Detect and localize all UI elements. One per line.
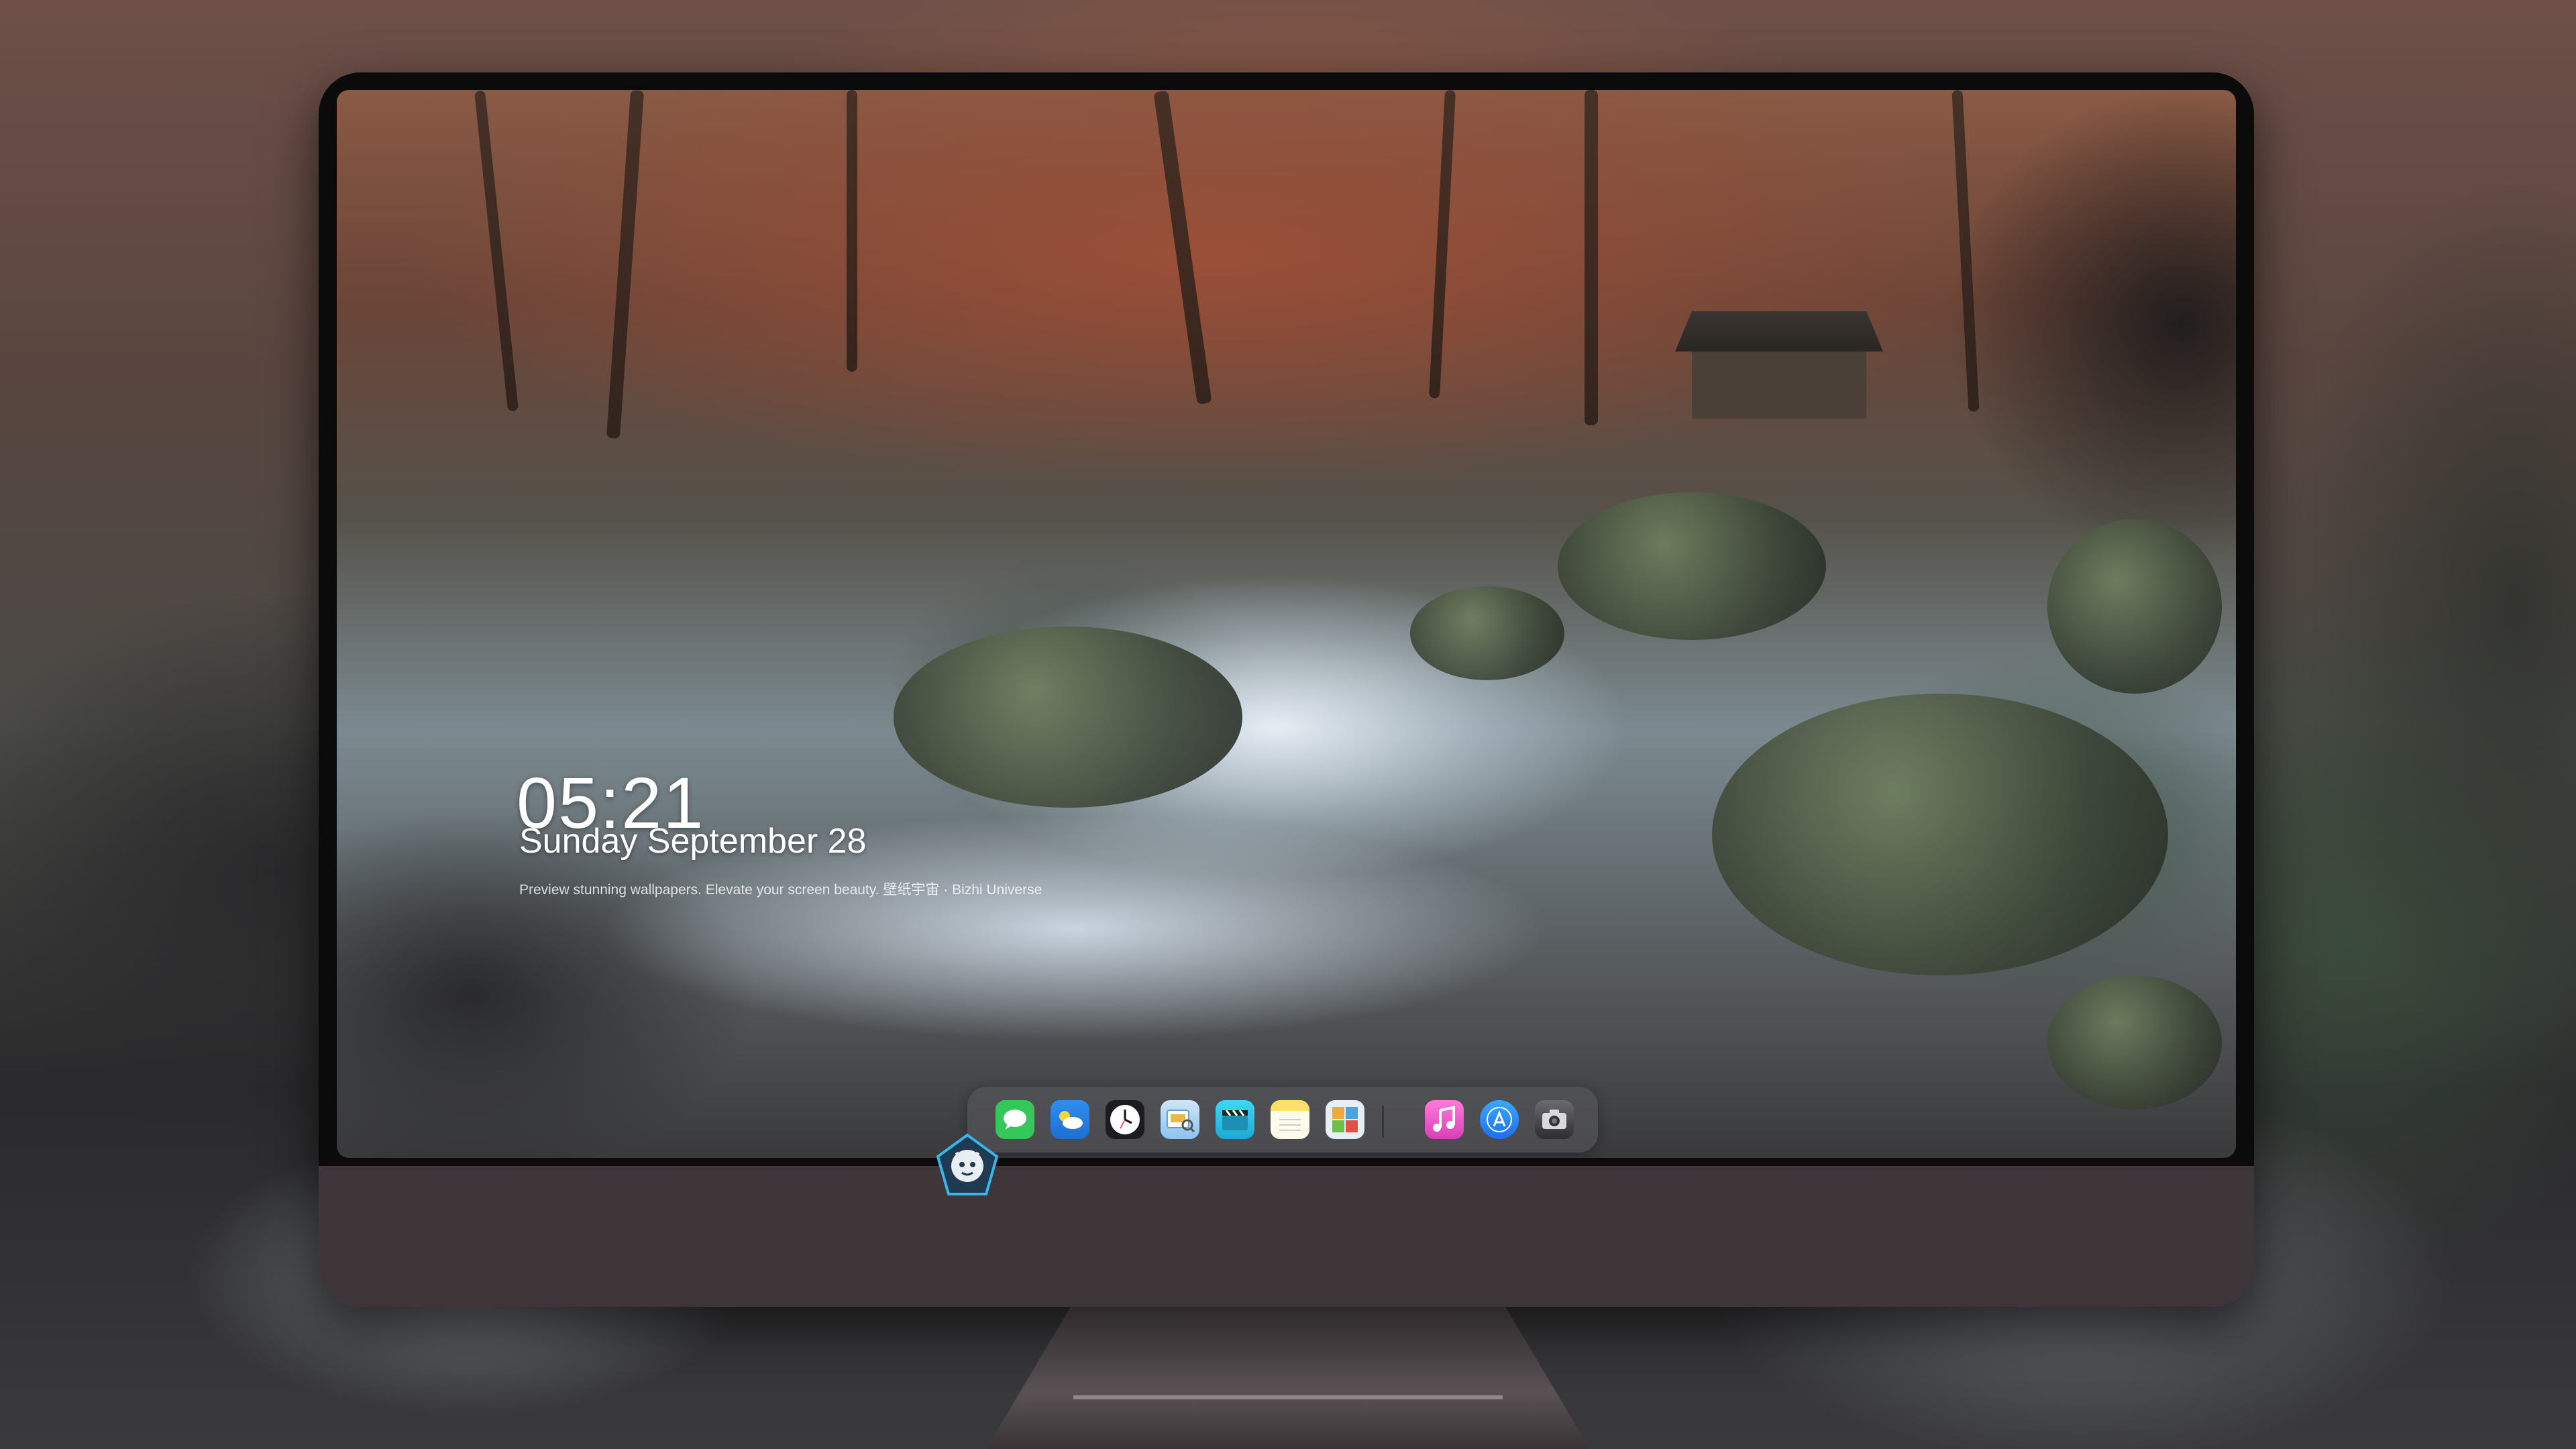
weather-cloud-icon bbox=[1059, 1111, 1083, 1129]
dock-item-camera[interactable] bbox=[1535, 1100, 1574, 1139]
dock-item-clips[interactable] bbox=[1216, 1100, 1254, 1139]
monitor-stand bbox=[986, 1307, 1590, 1449]
wallpaper-tree bbox=[474, 90, 519, 412]
notes-icon bbox=[1279, 1119, 1301, 1131]
clapperboard-icon bbox=[1222, 1110, 1248, 1130]
wallpaper-rock bbox=[2047, 975, 2222, 1110]
wallpaper-tree bbox=[1951, 90, 1980, 413]
wallpaper-tree bbox=[847, 90, 857, 372]
lock-screen: 05:21 Sunday September 28 Preview stunni… bbox=[337, 90, 2236, 1158]
wallpaper-tagline: Preview stunning wallpapers. Elevate you… bbox=[519, 882, 1042, 898]
wallpaper-tree bbox=[1428, 90, 1456, 399]
dock bbox=[967, 1087, 1598, 1152]
dock-item-clock[interactable] bbox=[1106, 1100, 1144, 1139]
clock-icon bbox=[1110, 1105, 1140, 1134]
wallpaper-tree bbox=[606, 90, 645, 439]
dock-item-preview[interactable] bbox=[1161, 1100, 1199, 1139]
app-store-icon bbox=[1487, 1107, 1512, 1132]
dock-item-weather[interactable] bbox=[1051, 1100, 1089, 1139]
dock-item-photo-booth[interactable] bbox=[1326, 1100, 1364, 1139]
wallpaper-rock bbox=[1558, 492, 1826, 640]
cabin-roof bbox=[1675, 311, 1883, 352]
lock-screen-date: Sunday September 28 bbox=[519, 822, 867, 861]
photo-grid-icon bbox=[1332, 1107, 1358, 1132]
dock-item-notes[interactable] bbox=[1271, 1100, 1309, 1139]
music-note-icon bbox=[1433, 1106, 1455, 1132]
wallpaper-cabin bbox=[1675, 311, 1883, 419]
dock-item-app-store[interactable] bbox=[1480, 1100, 1519, 1139]
wallpaper-rock bbox=[2047, 519, 2222, 694]
message-bubble-icon bbox=[1004, 1110, 1026, 1130]
stand-highlight bbox=[1073, 1395, 1503, 1399]
dock-separator bbox=[1382, 1106, 1384, 1138]
brand-logo bbox=[936, 1133, 999, 1195]
wallpaper-rock bbox=[894, 627, 1242, 808]
camera-icon bbox=[1542, 1110, 1566, 1129]
cabin-wall bbox=[1692, 352, 1866, 419]
preview-icon bbox=[1167, 1110, 1195, 1133]
wallpaper-tree bbox=[1153, 90, 1212, 405]
monitor-bezel: 05:21 Sunday September 28 Preview stunni… bbox=[319, 72, 2254, 1166]
wallpaper-tree bbox=[1585, 90, 1598, 425]
dock-item-music[interactable] bbox=[1425, 1100, 1464, 1139]
monitor: 05:21 Sunday September 28 Preview stunni… bbox=[319, 72, 2254, 1307]
wallpaper-rock bbox=[1712, 694, 2168, 975]
wallpaper-rock bbox=[1410, 586, 1564, 680]
dock-item-messages[interactable] bbox=[996, 1100, 1034, 1139]
